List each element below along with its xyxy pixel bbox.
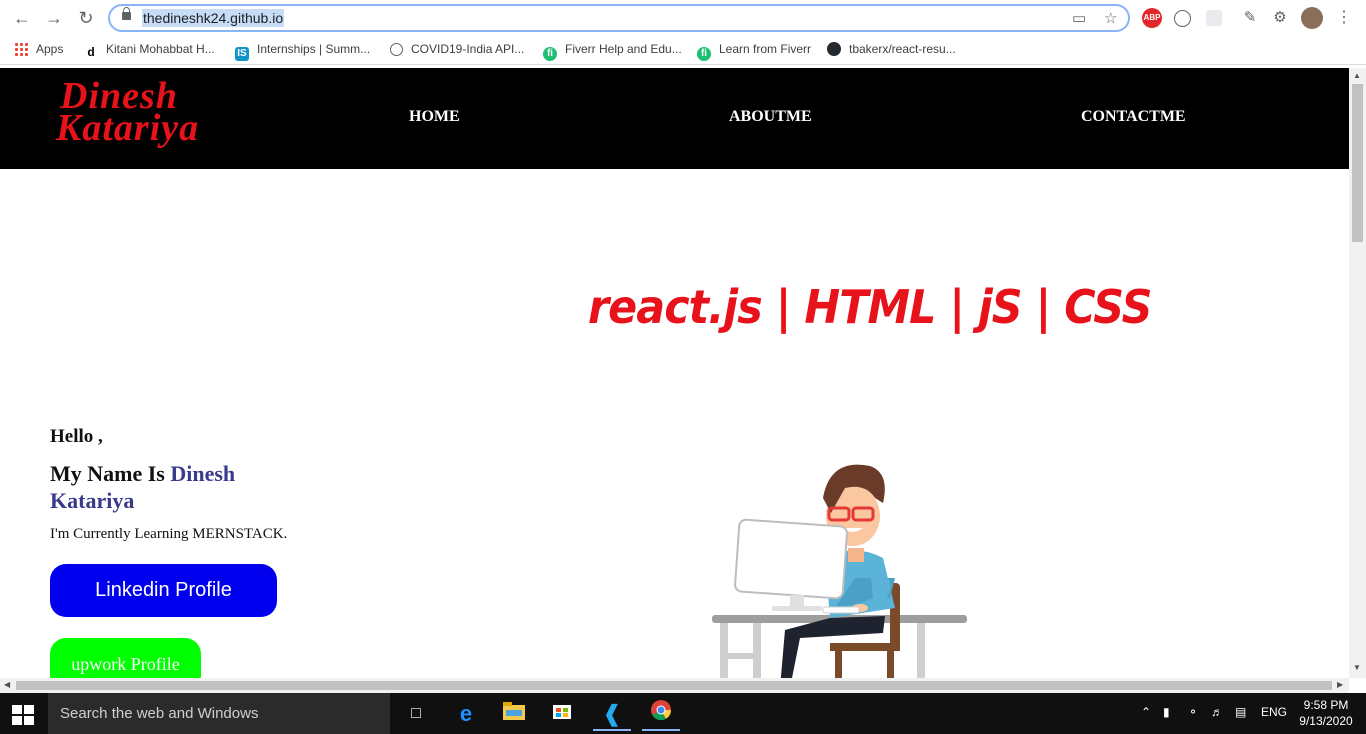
edge-icon[interactable]: e bbox=[447, 699, 485, 729]
extension-icon[interactable] bbox=[1174, 10, 1191, 27]
horizontal-scroll-thumb[interactable] bbox=[16, 681, 1332, 690]
upwork-profile-button[interactable]: upwork Profile bbox=[50, 638, 201, 678]
scroll-down-icon[interactable]: ▼ bbox=[1353, 663, 1361, 672]
windows-start-icon[interactable] bbox=[12, 705, 34, 725]
developer-illustration bbox=[712, 464, 967, 678]
internshala-icon: IS bbox=[235, 47, 249, 61]
horizontal-scrollbar[interactable]: ◀ ▶ bbox=[0, 678, 1349, 693]
bookmark-item[interactable]: COVID19-India API... bbox=[390, 41, 524, 57]
site-header: Dinesh Katariya HOME ABOUTME CONTACTME bbox=[0, 68, 1349, 169]
browser-toolbar: ← → ↻ thedineshk24.github.io ▭ ☆ ABP ✎ ⚙… bbox=[0, 0, 1366, 36]
language-indicator[interactable]: ENG bbox=[1261, 705, 1287, 719]
bookmarks-bar: Apps d Kitani Mohabbat H... IS Internships… bbox=[0, 36, 1366, 65]
skills-headline: react.js | HTML | jS | CSS bbox=[588, 280, 1152, 334]
name-heading: My Name Is Dinesh Katariya bbox=[50, 461, 236, 513]
back-icon[interactable]: ← bbox=[10, 6, 34, 30]
address-bar[interactable]: thedineshk24.github.io ▭ ☆ bbox=[108, 4, 1130, 32]
windows-taskbar: Search the web and Windows □ e ❰ ⌃ ▮ ⚬ ♬… bbox=[0, 693, 1366, 734]
scroll-left-icon[interactable]: ◀ bbox=[4, 680, 10, 689]
nav-link-home[interactable]: HOME bbox=[409, 108, 460, 126]
globe-icon bbox=[390, 43, 403, 56]
github-icon bbox=[827, 42, 841, 56]
site-logo[interactable]: Dinesh Katariya bbox=[56, 77, 270, 158]
bookmark-item[interactable]: d Kitani Mohabbat H... bbox=[84, 41, 214, 59]
task-view-icon[interactable]: □ bbox=[397, 699, 435, 729]
url-text[interactable]: thedineshk24.github.io bbox=[142, 9, 285, 27]
reload-icon[interactable]: ↻ bbox=[74, 6, 98, 30]
vscode-icon[interactable]: ❰ bbox=[593, 699, 631, 731]
learning-text: I'm Currently Learning MERNSTACK. bbox=[50, 526, 288, 542]
linkedin-profile-button[interactable]: Linkedin Profile bbox=[50, 564, 277, 617]
fiverr-icon: fi bbox=[543, 47, 557, 61]
avatar[interactable] bbox=[1301, 7, 1323, 29]
scroll-up-icon[interactable]: ▲ bbox=[1353, 71, 1361, 80]
color-picker-icon[interactable]: ✎ bbox=[1240, 8, 1260, 28]
notifications-icon[interactable]: ▤ bbox=[1235, 705, 1246, 719]
d-icon: d bbox=[87, 45, 95, 59]
store-icon[interactable] bbox=[543, 699, 581, 729]
bookmark-apps[interactable]: Apps bbox=[14, 41, 63, 57]
nav-link-aboutme[interactable]: ABOUTME bbox=[729, 108, 812, 126]
vertical-scrollbar[interactable]: ▲ ▼ bbox=[1349, 68, 1366, 678]
nav-link-contactme[interactable]: CONTACTME bbox=[1081, 108, 1186, 126]
fiverr-icon: fi bbox=[697, 47, 711, 61]
file-explorer-icon[interactable] bbox=[495, 699, 533, 729]
bookmark-item[interactable]: fi Fiverr Help and Edu... bbox=[543, 41, 682, 61]
battery-icon[interactable]: ▮ bbox=[1163, 705, 1170, 719]
bookmark-item[interactable]: tbakerx/react-resu... bbox=[827, 41, 956, 57]
volume-icon[interactable]: ♬ bbox=[1211, 705, 1223, 719]
greeting: Hello , bbox=[50, 426, 103, 447]
scroll-right-icon[interactable]: ▶ bbox=[1337, 680, 1343, 689]
clock[interactable]: 9:58 PM 9/13/2020 bbox=[1294, 697, 1358, 729]
star-icon[interactable]: ☆ bbox=[1104, 9, 1117, 27]
wifi-icon[interactable]: ⚬ bbox=[1188, 705, 1198, 719]
adblock-icon[interactable]: ABP bbox=[1142, 8, 1162, 28]
bookmark-item[interactable]: IS Internships | Summ... bbox=[235, 41, 370, 61]
vertical-scroll-thumb[interactable] bbox=[1352, 84, 1363, 242]
clock-time: 9:58 PM bbox=[1303, 698, 1349, 712]
cast-icon[interactable]: ▭ bbox=[1072, 9, 1086, 27]
lock-icon bbox=[122, 7, 131, 20]
extension-icon[interactable] bbox=[1206, 10, 1222, 26]
forward-icon[interactable]: → bbox=[42, 6, 66, 30]
taskbar-search-box[interactable]: Search the web and Windows bbox=[48, 693, 390, 734]
web-page: Dinesh Katariya HOME ABOUTME CONTACTME r… bbox=[0, 68, 1349, 678]
puzzle-icon[interactable]: ⚙ bbox=[1270, 8, 1290, 28]
menu-icon[interactable]: ⋮ bbox=[1334, 8, 1354, 28]
clock-date: 9/13/2020 bbox=[1299, 714, 1353, 728]
chrome-icon[interactable] bbox=[642, 699, 680, 731]
bookmark-item[interactable]: fi Learn from Fiverr bbox=[697, 41, 811, 61]
tray-chevron-icon[interactable]: ⌃ bbox=[1141, 705, 1151, 719]
apps-grid-icon bbox=[14, 42, 28, 56]
